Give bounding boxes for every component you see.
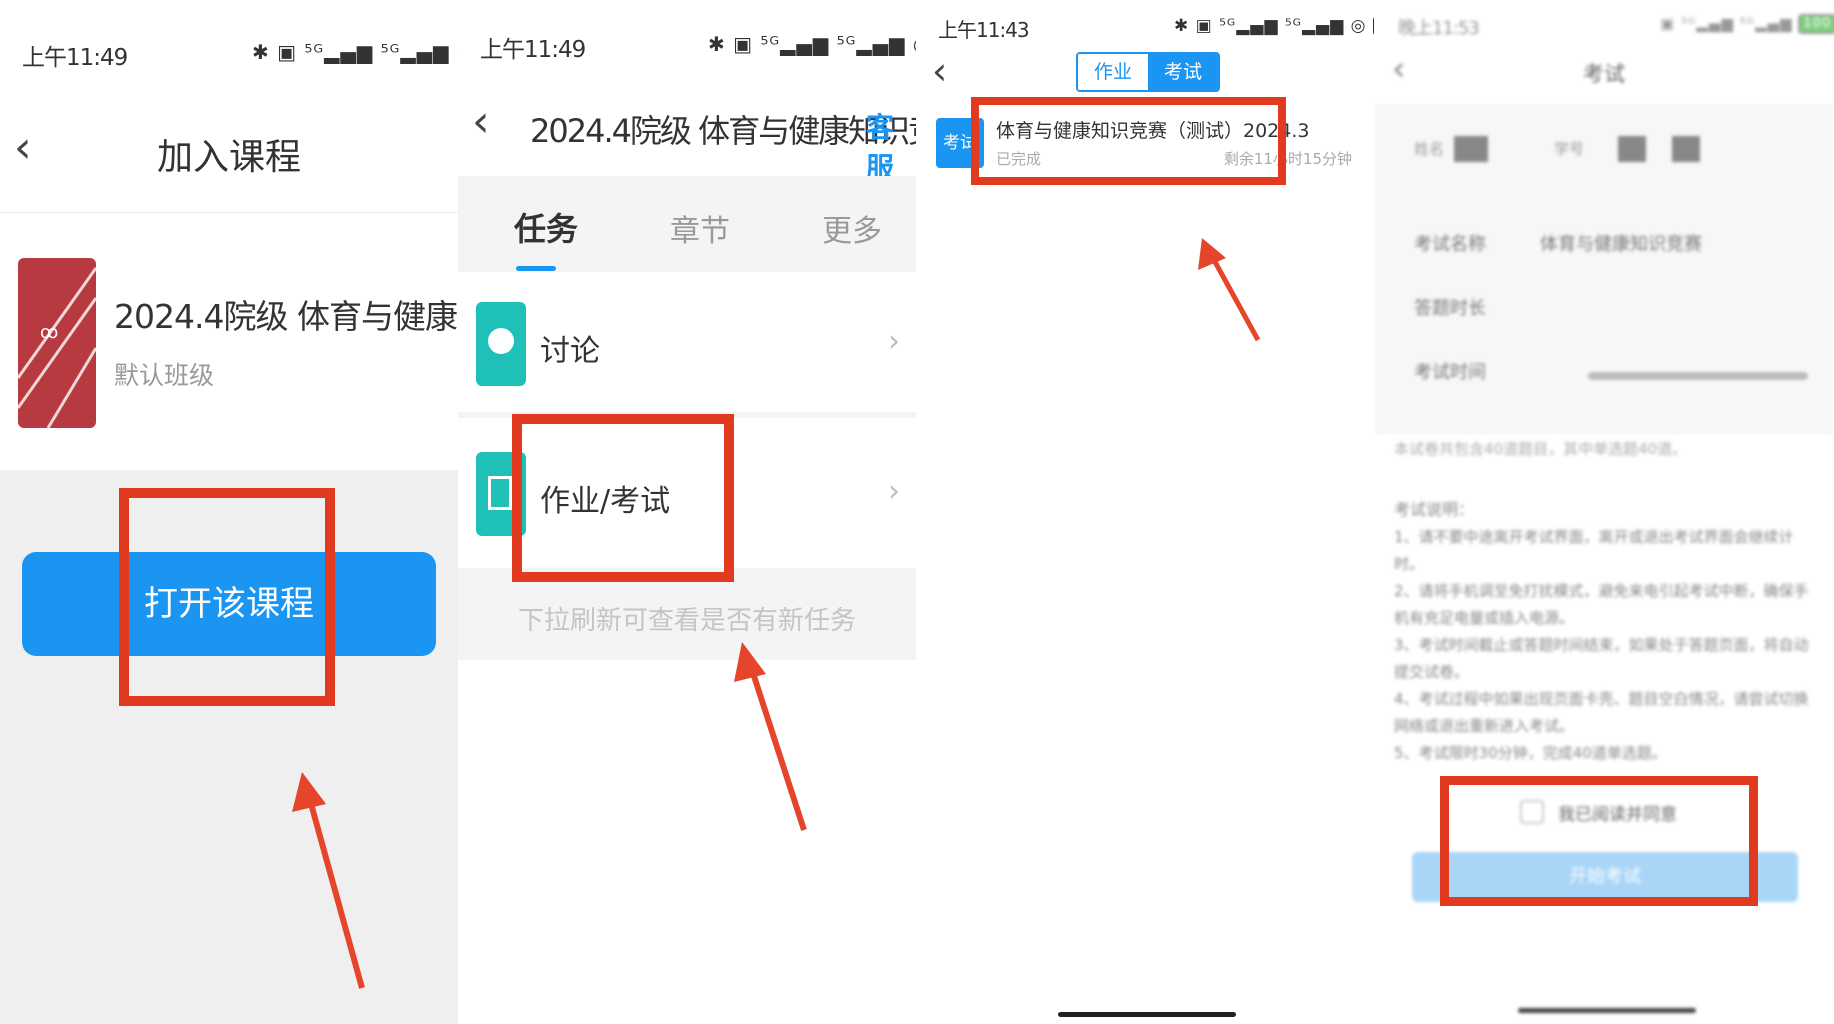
summary-text: 本试卷共包含40道题目，其中单选题40道。 <box>1394 440 1688 458</box>
battery-icon: 100 <box>1798 14 1834 34</box>
row-label: 答题时长 <box>1414 298 1486 319</box>
pointer-arrow-icon <box>1198 238 1261 342</box>
panel-exam-detail: 晚上11:53 ▣ ⁵ᴳ▂▄▆ ⁵ᴳ▂▄▆ 100 ‹ 考试 姓名 学号 考试名… <box>1374 0 1834 1024</box>
tab-tasks[interactable]: 任务 <box>514 204 578 250</box>
back-arrow-icon[interactable]: ‹ <box>932 52 947 90</box>
status-time: 上午11:49 <box>480 37 586 63</box>
panel-course-tasks: 上午11:49 ✱ ▣ ⁵ᴳ▂▄▆ ⁵ᴳ▂▄▆ ◎ 100 ‹ 2024.4院级… <box>458 0 916 1024</box>
instruction-item: 5、考试限时30分钟，完成40道单选题。 <box>1394 744 1667 762</box>
customer-service-link[interactable]: 客服 <box>866 106 916 186</box>
refresh-hint: 下拉刷新可查看是否有新任务 <box>517 606 856 636</box>
signal-icons: ✱ ▣ ⁵ᴳ▂▄▆ ⁵ᴳ▂▄▆ ◎ <box>1174 16 1367 36</box>
instructions-title: 考试说明： <box>1394 500 1475 519</box>
home-indicator <box>1058 1012 1236 1017</box>
row-label: 考试名称 <box>1414 234 1486 255</box>
segment-exam[interactable]: 考试 <box>1148 54 1218 90</box>
chevron-right-icon: › <box>888 474 900 509</box>
instruction-item: 2、请将手机调至免打扰模式，避免来电引起考试中断，确保手机有充足电量或插入电源。 <box>1394 582 1809 627</box>
track-icon: ꝏ <box>18 267 96 428</box>
instruction-item: 4、考试过程中如果出现页面卡壳、题目空白情况，请尝试切换网络或退出重新进入考试。 <box>1394 690 1809 735</box>
status-time: 上午11:43 <box>938 18 1030 42</box>
redaction-block <box>1672 136 1700 162</box>
page-title: 考试 <box>1583 62 1625 86</box>
row-label: 考试时间 <box>1414 362 1486 383</box>
status-icons: ✱ ▣ ⁵ᴳ▂▄▆ ⁵ᴳ▂▄▆ ◎ 100 <box>708 32 916 56</box>
status-icons: ✱ ▣ ⁵ᴳ▂▄▆ ⁵ᴳ▂▄▆ ◎ 100 <box>1174 16 1374 36</box>
highlight-box <box>1440 776 1758 906</box>
course-cover-image[interactable]: ꝏ <box>18 258 96 428</box>
status-icons: ✱ ▣ ⁵ᴳ▂▄▆ ⁵ᴳ▂▄▆ ◎ 100 <box>252 40 458 64</box>
tab-chapters[interactable]: 章节 <box>670 206 730 250</box>
name-label: 姓名 <box>1414 140 1445 158</box>
panel-exam-list: 上午11:43 ✱ ▣ ⁵ᴳ▂▄▆ ⁵ᴳ▂▄▆ ◎ 100 ‹ 作业 考试 考试… <box>916 0 1374 1024</box>
chevron-right-icon: › <box>888 324 900 359</box>
panel-join-course: 上午11:49 ✱ ▣ ⁵ᴳ▂▄▆ ⁵ᴳ▂▄▆ ◎ 100 ‹ 加入课程 ꝏ 2… <box>0 0 458 1024</box>
course-class: 默认班级 <box>114 361 215 390</box>
time-value-bar <box>1588 372 1808 380</box>
segment-homework[interactable]: 作业 <box>1078 54 1148 90</box>
divider <box>0 212 458 213</box>
svg-text:ꝏ: ꝏ <box>40 322 58 343</box>
status-icons: ▣ ⁵ᴳ▂▄▆ ⁵ᴳ▂▄▆ 100 <box>1660 14 1834 34</box>
segmented-control: 作业 考试 <box>1076 52 1220 92</box>
highlight-box <box>119 488 335 706</box>
status-time: 晚上11:53 <box>1398 18 1480 39</box>
highlight-box <box>971 97 1286 185</box>
signal-icons: ✱ ▣ ⁵ᴳ▂▄▆ ⁵ᴳ▂▄▆ ◎ <box>708 32 916 56</box>
back-arrow-icon[interactable]: ‹ <box>472 100 490 144</box>
page-title: 2024.4院级 体育与健康知识竞赛 <box>530 112 916 150</box>
tab-more[interactable]: 更多 <box>822 206 882 250</box>
instructions-list: 1、请不要中途离开考试界面，离开或退出考试界面会继续计时。 2、请将手机调至免打… <box>1394 524 1814 767</box>
list-item-discussion[interactable]: 讨论 › <box>458 272 916 412</box>
home-indicator <box>1518 1008 1696 1013</box>
status-time: 上午11:49 <box>22 45 128 71</box>
redaction-block <box>1618 136 1646 162</box>
row-value: 体育与健康知识竞赛 <box>1540 234 1702 255</box>
page-title: 加入课程 <box>156 137 301 178</box>
tab-indicator <box>516 266 556 271</box>
instruction-item: 3、考试时间截止或答题时间结束，如果处于答题页面，将自动提交试卷。 <box>1394 636 1809 681</box>
discussion-icon <box>476 302 526 386</box>
pointer-arrow-icon <box>734 642 807 831</box>
course-title[interactable]: 2024.4院级 体育与健康知识竞赛 <box>114 290 458 338</box>
signal-icons: ▣ ⁵ᴳ▂▄▆ ⁵ᴳ▂▄▆ <box>1660 14 1793 33</box>
signal-icons: ✱ ▣ ⁵ᴳ▂▄▆ ⁵ᴳ▂▄▆ ◎ <box>252 40 458 64</box>
id-label: 学号 <box>1554 140 1585 158</box>
pointer-arrow-icon <box>292 772 365 989</box>
redaction-block <box>1454 136 1488 162</box>
list-item-label: 讨论 <box>540 334 600 369</box>
highlight-box <box>512 414 734 582</box>
instruction-item: 1、请不要中途离开考试界面，离开或退出考试界面会继续计时。 <box>1394 528 1794 573</box>
